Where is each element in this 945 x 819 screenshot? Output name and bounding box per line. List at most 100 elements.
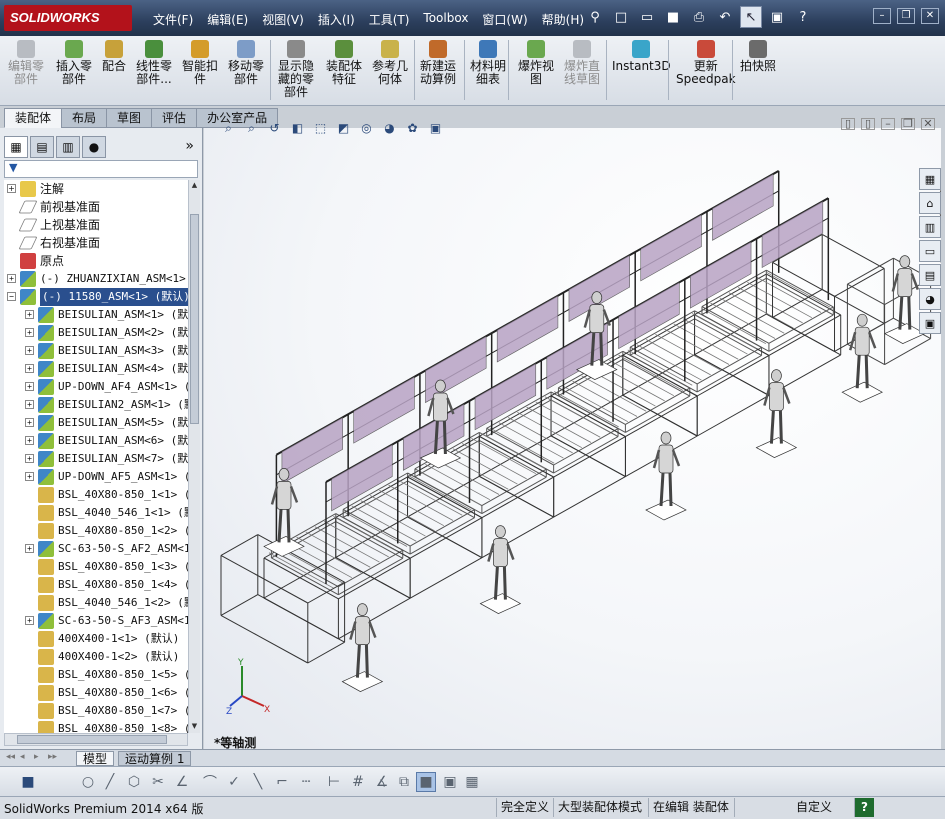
tab-2[interactable]: 草图 (106, 108, 153, 128)
expand-icon[interactable]: + (25, 400, 34, 409)
scroll-thumb[interactable] (190, 214, 199, 424)
display-style-icon[interactable]: ◩ (333, 118, 354, 138)
3d-box-icon[interactable]: ⧉ (394, 772, 414, 792)
tab-1[interactable]: 布局 (61, 108, 108, 128)
resources-icon[interactable]: ▦ (919, 168, 941, 190)
minimize-icon[interactable]: – (873, 8, 891, 24)
view-palette-icon[interactable]: ▤ (919, 264, 941, 286)
print-icon[interactable]: ⎙ (688, 6, 710, 28)
expand-icon[interactable]: + (7, 274, 16, 283)
display-icon[interactable]: ▣ (440, 772, 460, 792)
tree-item[interactable]: + SC-63-50-S_AF3_ASM<1> (4, 612, 188, 630)
view-orientation-icon[interactable]: ⬚ (310, 118, 331, 138)
units-selector[interactable]: 自定义 (734, 798, 844, 817)
tile-icon[interactable]: ▯ (841, 118, 855, 130)
tree-item[interactable]: + BEISULIAN_ASM<6> (默认 (4, 432, 188, 450)
expand-icon[interactable]: + (25, 364, 34, 373)
tree-item[interactable]: BSL_40X80-850_1<8> ( (4, 720, 188, 733)
tree-item[interactable]: + BEISULIAN_ASM<5> (默认 (4, 414, 188, 432)
scroll-up-arrow-icon[interactable]: ▲ (190, 181, 199, 191)
tab-0[interactable]: 装配体 (4, 108, 63, 128)
cmd-exploded-view-button[interactable]: 爆炸视 图 (518, 40, 554, 86)
apply-scene-icon[interactable]: ✿ (402, 118, 423, 138)
angle-dimension-icon[interactable]: ∡ (372, 772, 392, 792)
circle-icon[interactable]: ○ (78, 772, 98, 792)
tree-item[interactable]: + (-) ZHUANZIXIAN_ASM<1> ( (4, 270, 188, 288)
bottom-tab-0[interactable]: 模型 (76, 751, 115, 766)
slash-icon[interactable]: ╲ (248, 772, 268, 792)
expand-icon[interactable]: + (25, 472, 34, 481)
expand-icon[interactable]: + (25, 382, 34, 391)
design-library-icon[interactable]: ▥ (919, 216, 941, 238)
select-pointer-icon[interactable]: ↖ (740, 6, 762, 28)
tree-item[interactable]: 400X400-1<1> (默认) (4, 630, 188, 648)
graphics-area[interactable] (204, 128, 941, 749)
tree-item[interactable]: BSL_40X80-850_1<2> ( (4, 522, 188, 540)
section-view-icon[interactable]: ◧ (287, 118, 308, 138)
tile-icon[interactable]: ▯ (861, 118, 875, 130)
pin-icon[interactable]: ⚲ (584, 6, 606, 28)
shaded-box-icon[interactable]: ■ (416, 772, 436, 792)
tree-horizontal-scrollbar[interactable] (4, 733, 188, 746)
scroll-thumb[interactable] (17, 735, 167, 744)
scroll-down-arrow-icon[interactable]: ▼ (190, 722, 199, 732)
new-document-icon[interactable]: □ (610, 6, 632, 28)
tab-scroll-icon[interactable]: ▸▸ (48, 752, 57, 762)
solidworks-logo[interactable]: SOLIDWORKS (4, 5, 132, 31)
file-explorer-icon[interactable]: ▭ (919, 240, 941, 262)
cmd-edit-component-button[interactable]: 编辑零 部件 (8, 40, 44, 86)
property-manager-icon[interactable]: ▤ (30, 136, 54, 158)
tree-item[interactable]: + BEISULIAN_ASM<4> (默认 (4, 360, 188, 378)
expand-icon[interactable]: + (25, 346, 34, 355)
tree-item[interactable]: BSL_4040_546_1<1> (默 (4, 504, 188, 522)
custom-properties-icon[interactable]: ▣ (919, 312, 941, 334)
cmd-speedpak-button[interactable]: 更新 Speedpak (676, 40, 736, 86)
tree-item[interactable]: BSL_40X80-850_1<6> ( (4, 684, 188, 702)
menu-item-4[interactable]: 工具(T) (362, 9, 417, 29)
expand-icon[interactable]: + (25, 328, 34, 337)
undo-icon[interactable]: ↶ (714, 6, 736, 28)
angle-icon[interactable]: ∠ (172, 772, 192, 792)
expand-icon[interactable]: + (25, 310, 34, 319)
conveyor-line[interactable] (220, 170, 932, 664)
previous-view-icon[interactable]: ↺ (264, 118, 285, 138)
tree-item[interactable]: BSL_40X80-850_1<1> ( (4, 486, 188, 504)
configuration-manager-icon[interactable]: ▥ (56, 136, 80, 158)
menu-item-1[interactable]: 编辑(E) (200, 9, 255, 29)
tree-item[interactable]: + BEISULIAN_ASM<7> (默认 (4, 450, 188, 468)
rebuild-icon[interactable]: ▣ (766, 6, 788, 28)
trim-icon[interactable]: ✂ (148, 772, 168, 792)
cmd-snapshot-button[interactable]: 拍快照 (740, 40, 776, 73)
tree-item[interactable]: + SC-63-50-S_AF2_ASM<1> (4, 540, 188, 558)
display-manager-icon[interactable]: ● (82, 136, 106, 158)
minimize-icon[interactable]: – (881, 118, 895, 130)
grid-icon[interactable]: # (348, 772, 368, 792)
tree-item[interactable]: BSL_40X80-850_1<5> ( (4, 666, 188, 684)
cmd-smart-fastener-button[interactable]: 智能扣 件 (182, 40, 218, 86)
dimension-icon[interactable]: ⊢ (324, 772, 344, 792)
cmd-insert-component-button[interactable]: 插入零 部件 (56, 40, 92, 86)
cmd-explode-line-button[interactable]: 爆炸直 线草图 (564, 40, 600, 86)
tree-item[interactable]: + 注解 (4, 180, 188, 198)
tree-item[interactable]: 400X400-1<2> (默认) (4, 648, 188, 666)
tree-item[interactable]: 原点 (4, 252, 188, 270)
help-icon[interactable]: ? (854, 798, 874, 817)
menu-item-2[interactable]: 视图(V) (255, 9, 311, 29)
cmd-motion-study-button[interactable]: 新建运 动算例 (420, 40, 456, 86)
restore-icon[interactable]: ❐ (897, 8, 915, 24)
zoom-to-area-icon[interactable]: ⌕ (241, 118, 262, 138)
tree-item[interactable]: BSL_40X80-850_1<3> ( (4, 558, 188, 576)
panel-expand-button[interactable]: » (185, 138, 194, 154)
appearances-icon[interactable]: ◕ (919, 288, 941, 310)
open-icon[interactable]: ▭ (636, 6, 658, 28)
home-icon[interactable]: ⌂ (919, 192, 941, 214)
save-icon[interactable]: ■ (662, 6, 684, 28)
tree-item[interactable]: + BEISULIAN2_ASM<1> (默 (4, 396, 188, 414)
menu-item-5[interactable]: Toolbox (416, 9, 475, 29)
expand-icon[interactable]: + (7, 184, 16, 193)
expand-icon[interactable]: + (25, 418, 34, 427)
expand-icon[interactable]: + (25, 436, 34, 445)
tab-3[interactable]: 评估 (151, 108, 198, 128)
assembly-model[interactable] (204, 128, 941, 749)
tree-filter-input[interactable]: ▼ (4, 160, 198, 178)
